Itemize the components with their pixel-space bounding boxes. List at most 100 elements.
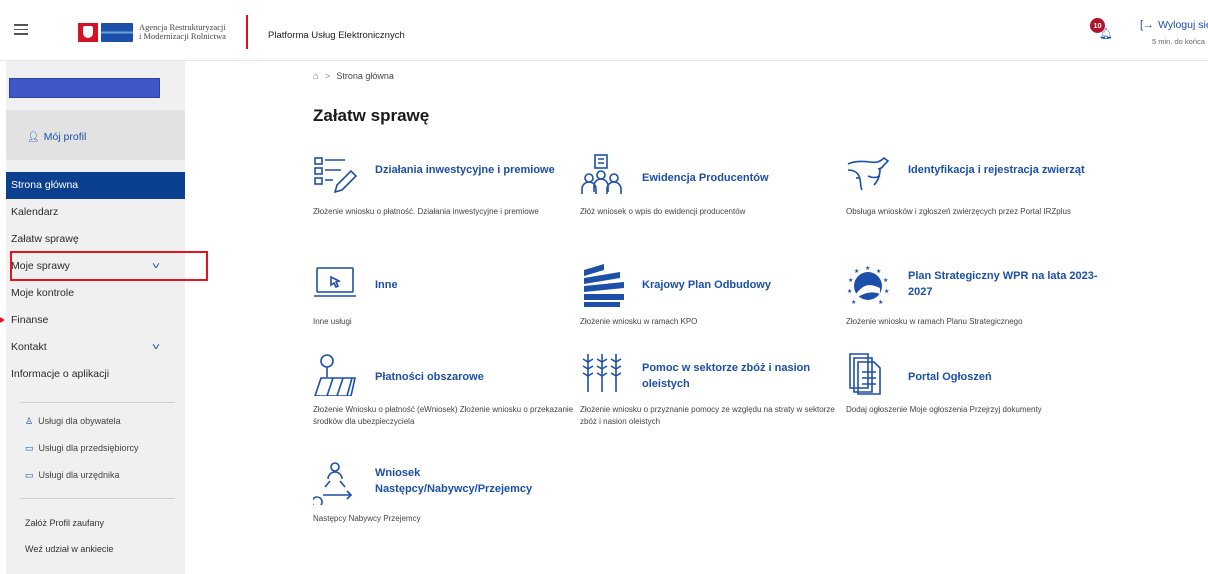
svg-text:★: ★ bbox=[876, 268, 881, 275]
page-title: Załatw sprawę bbox=[313, 106, 430, 125]
session-timer: 5 min. do końca bbox=[1152, 37, 1205, 46]
tile-title[interactable]: Ewidencja Producentów bbox=[642, 170, 842, 186]
documents-icon bbox=[849, 353, 881, 395]
tile-description: Dodaj ogłoszenie Moje ogłoszenia Przejrz… bbox=[846, 405, 1042, 414]
tile-investment[interactable]: Działania inwestycyjne i premiowe Złożen… bbox=[313, 154, 573, 244]
arimr-logo[interactable]: Agencja Restrukturyzacji i Modernizacji … bbox=[78, 22, 226, 42]
breadcrumb-current: Strona główna bbox=[336, 71, 394, 81]
svg-text:★: ★ bbox=[884, 288, 889, 295]
tile-description: Inne usługi bbox=[313, 317, 352, 326]
breadcrumb-separator: > bbox=[325, 71, 331, 81]
sidebar-item-calendar[interactable]: Kalendarz bbox=[6, 199, 185, 226]
tile-title[interactable]: Identyfikacja i rejestracja zwierząt bbox=[908, 162, 1108, 178]
user-name-redacted bbox=[9, 78, 160, 98]
svg-text:★: ★ bbox=[848, 277, 853, 284]
sidebar-item-label: Informacje o aplikacji bbox=[11, 368, 110, 380]
laptop-icon bbox=[314, 267, 356, 297]
chevron-down-icon: ˅ bbox=[151, 261, 161, 272]
sidebar-item-finance[interactable]: Finanse bbox=[6, 307, 185, 334]
header-divider bbox=[246, 15, 248, 49]
tile-description: Obsługa wniosków i zgłoszeń zwierzęcych … bbox=[846, 207, 1071, 216]
sidebar-item-label: Strona główna bbox=[11, 179, 79, 191]
tile-title[interactable]: Pomoc w sektorze zbóż i nasion oleistych bbox=[642, 360, 842, 392]
tile-description: Złożenie wniosku o przyznanie pomocy ze … bbox=[580, 405, 835, 426]
sidebar-nav: Strona główna Kalendarz Załatw sprawę Mo… bbox=[6, 172, 185, 388]
sidebar-divider bbox=[20, 498, 175, 499]
services-business-link[interactable]: ▭ Usługi dla przedsiębiorcy bbox=[25, 443, 139, 454]
svg-text:★: ★ bbox=[865, 265, 870, 272]
menu-icon[interactable] bbox=[14, 24, 28, 35]
eu-plan-icon: ★ ★★★ ★★★★★ bbox=[847, 265, 889, 306]
sidebar: 👤︎ Mój profil Strona główna Kalendarz Zał… bbox=[6, 61, 185, 574]
sidebar-item-home[interactable]: Strona główna bbox=[6, 172, 185, 199]
tile-producers[interactable]: Ewidencja Producentów Złóż wniosek o wpi… bbox=[580, 154, 840, 244]
tile-successor[interactable]: Wniosek Następcy/Nabywcy/Przejemcy Nastę… bbox=[313, 461, 573, 551]
tile-title[interactable]: Płatności obszarowe bbox=[375, 369, 575, 385]
transfer-icon bbox=[313, 462, 353, 505]
highlight-arrow bbox=[0, 316, 5, 324]
platform-title: Platforma Usług Elektronicznych bbox=[268, 30, 405, 41]
tile-grain-aid[interactable]: Pomoc w sektorze zbóż i nasion oleistych… bbox=[580, 352, 840, 442]
bell-icon: 🔔︎ bbox=[1099, 28, 1113, 40]
svg-text:★: ★ bbox=[851, 299, 856, 306]
tile-description: Złożenie wniosku w ramach KPO bbox=[580, 317, 698, 326]
svg-text:★: ★ bbox=[847, 288, 852, 295]
sidebar-item-label: Moje sprawy bbox=[11, 260, 70, 272]
field-icon bbox=[314, 354, 356, 396]
form-pen-icon bbox=[314, 157, 357, 194]
services-official-link[interactable]: ▭ Usługi dla urzędnika bbox=[25, 470, 120, 481]
arimr-mark-icon bbox=[101, 22, 133, 42]
polish-emblem-icon bbox=[78, 22, 98, 42]
tile-title[interactable]: Wniosek Następcy/Nabywcy/Przejemcy bbox=[375, 465, 575, 497]
kpo-icon bbox=[584, 264, 624, 307]
tile-kpo[interactable]: Krajowy Plan Odbudowy Złożenie wniosku w… bbox=[580, 264, 840, 354]
sidebar-item-label: Kalendarz bbox=[11, 206, 59, 218]
svg-text:★: ★ bbox=[854, 268, 859, 275]
tile-area-payments[interactable]: Płatności obszarowe Złożenie Wniosku o p… bbox=[313, 352, 573, 442]
sidebar-item-label: Moje kontrole bbox=[11, 287, 75, 299]
logout-icon: [→ bbox=[1140, 19, 1155, 31]
grain-icon bbox=[582, 354, 622, 392]
sidebar-item-my-inspections[interactable]: Moje kontrole bbox=[6, 280, 185, 307]
tile-title[interactable]: Portal Ogłoszeń bbox=[908, 369, 1108, 385]
sidebar-item-label: Kontakt bbox=[11, 341, 47, 353]
tile-description: Złożenie wniosku w ramach Planu Strategi… bbox=[846, 317, 1023, 326]
services-citizen-link[interactable]: ♙ Usługi dla obywatela bbox=[25, 416, 121, 427]
sidebar-item-app-info[interactable]: Informacje o aplikacji bbox=[6, 361, 185, 388]
chevron-down-icon: ˅ bbox=[151, 342, 161, 353]
tile-description: Złóż wniosek o wpis do ewidencji produce… bbox=[580, 207, 746, 216]
survey-link[interactable]: Weź udział w ankiecie bbox=[25, 544, 113, 554]
logo-line-2: i Modernizacji Rolnictwa bbox=[139, 31, 226, 41]
top-header: Agencja Restrukturyzacji i Modernizacji … bbox=[0, 0, 1208, 61]
tile-title[interactable]: Działania inwestycyjne i premiowe bbox=[375, 162, 575, 178]
tile-strategic-plan[interactable]: ★ ★ ★ ★ ★ ★ ★ ★ ★ Plan Strategiczny WPR na lata… bbox=[846, 264, 1106, 354]
tile-description: Złożenie Wniosku o płatność (eWniosek) Z… bbox=[313, 405, 574, 426]
logout-button[interactable]: [→ Wyloguj się bbox=[1140, 19, 1208, 31]
my-profile-link[interactable]: 👤︎ Mój profil bbox=[6, 110, 185, 160]
service-label: Usługi dla urzędnika bbox=[38, 470, 120, 480]
service-label: Usługi dla obywatela bbox=[38, 416, 121, 426]
logout-label: Wyloguj się bbox=[1158, 19, 1208, 31]
person-icon: ♙ bbox=[25, 416, 34, 426]
home-icon[interactable]: ⌂ bbox=[313, 71, 319, 82]
tile-animals[interactable]: Identyfikacja i rejestracja zwierząt Obs… bbox=[846, 154, 1106, 244]
notifications-button[interactable]: 10 🔔︎ bbox=[1090, 18, 1113, 42]
tile-title[interactable]: Plan Strategiczny WPR na lata 2023-2027 bbox=[908, 268, 1108, 300]
people-icon bbox=[581, 154, 622, 194]
tile-announcements[interactable]: Portal Ogłoszeń Dodaj ogłoszenie Moje og… bbox=[846, 352, 1106, 442]
sidebar-item-label: Załatw sprawę bbox=[11, 233, 79, 245]
sidebar-item-contact[interactable]: Kontakt ˅ bbox=[6, 334, 185, 361]
tile-description: Złożenie wniosku o płatność. Działania i… bbox=[313, 207, 539, 216]
sidebar-item-my-cases[interactable]: Moje sprawy ˅ bbox=[6, 253, 185, 280]
tile-title[interactable]: Inne bbox=[375, 277, 575, 293]
trusted-profile-link[interactable]: Załóż Profil zaufany bbox=[25, 518, 104, 528]
tile-description: Następcy Nabywcy Przejemcy bbox=[313, 514, 421, 523]
sidebar-item-handle-matter[interactable]: Załatw sprawę bbox=[6, 226, 185, 253]
breadcrumb: ⌂ > Strona główna bbox=[313, 71, 394, 82]
monitor-icon: ▭ bbox=[25, 470, 34, 480]
svg-text:★: ★ bbox=[883, 277, 888, 284]
tile-other[interactable]: Inne Inne usługi bbox=[313, 264, 573, 354]
service-label: Usługi dla przedsiębiorcy bbox=[38, 443, 139, 453]
my-profile-label: Mój profil bbox=[43, 131, 87, 143]
tile-title[interactable]: Krajowy Plan Odbudowy bbox=[642, 277, 842, 293]
